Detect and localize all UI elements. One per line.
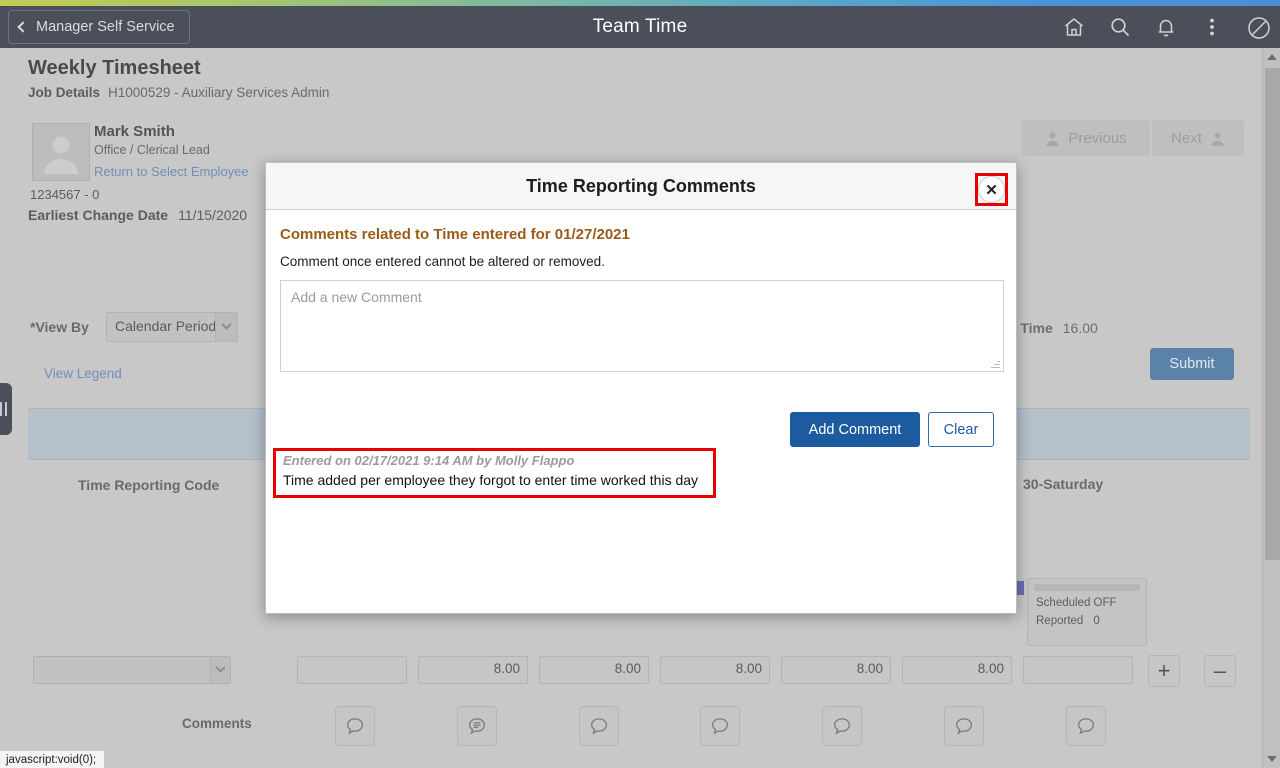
resize-grip-icon[interactable] [991,359,1000,368]
modal-header: Time Reporting Comments ✕ [266,163,1016,210]
earliest-change-date-row: Earliest Change Date 11/15/2020 [28,207,247,223]
add-row-button[interactable]: + [1148,655,1180,687]
view-by-label: *View By [30,319,89,335]
hours-value: 8.00 [856,661,883,676]
existing-comment-highlight: Entered on 02/17/2021 9:14 AM by Molly F… [273,448,716,498]
earliest-change-date-label: Earliest Change Date [28,207,169,223]
hours-value: 8.00 [493,661,520,676]
reported-time-value: 16.00 [1062,320,1098,336]
existing-comment-meta: Entered on 02/17/2021 9:14 AM by Molly F… [283,453,575,468]
day-column-header-saturday: 30-Saturday [1023,476,1104,492]
hours-input-day5[interactable]: 8.00 [781,656,891,684]
scrollbar-thumb[interactable] [1265,68,1280,560]
reported-cell-value: 0 [1093,615,1100,627]
back-button-label: Manager Self Service [36,19,175,35]
reported-row: Reported 0 [1036,615,1100,627]
hours-value: 8.00 [614,661,641,676]
hours-input-day3[interactable]: 8.00 [539,656,649,684]
home-icon[interactable] [1062,15,1086,39]
hours-input-day2[interactable]: 8.00 [418,656,528,684]
scroll-up-arrow-icon[interactable] [1263,48,1280,66]
app-header: Manager Self Service Team Time [0,6,1280,48]
comments-note: Comment once entered cannot be altered o… [280,254,605,269]
panel-collapse-handle[interactable] [0,383,12,435]
comment-button-day5[interactable] [822,706,862,746]
comment-button-day3[interactable] [579,706,619,746]
modal-title: Time Reporting Comments [526,175,756,196]
time-reporting-code-column-header: Time Reporting Code [78,477,220,493]
page-title: Weekly Timesheet [28,57,201,79]
day-marker-indicator [1016,581,1024,595]
clear-button[interactable]: Clear [928,412,994,447]
browser-status-bar: javascript:void(0); [0,750,106,768]
hours-value: 8.00 [977,661,1004,676]
view-legend-link[interactable]: View Legend [44,366,122,381]
app-root: Manager Self Service Team Time Weekly Ti… [0,0,1280,768]
employee-id: 1234567 - 0 [30,187,100,202]
next-employee-button[interactable]: Next [1152,120,1244,156]
next-button-label: Next [1171,129,1202,147]
time-reporting-code-select[interactable] [33,656,231,684]
chevron-left-icon [17,21,29,33]
add-comment-button[interactable]: Add Comment [790,412,920,447]
hours-input-day1[interactable] [297,656,407,684]
return-to-select-employee-link[interactable]: Return to Select Employee [94,164,249,179]
comment-button-day4[interactable] [700,706,740,746]
comment-button-day2-has-comments[interactable] [457,706,497,746]
comments-heading: Comments related to Time entered for 01/… [280,226,630,243]
actions-kebab-icon[interactable] [1200,15,1224,39]
comment-button-day7[interactable] [1066,706,1106,746]
employee-role: Office / Clerical Lead [94,143,210,157]
chevron-down-icon [215,313,237,341]
comment-button-day6[interactable] [944,706,984,746]
back-to-manager-self-service-button[interactable]: Manager Self Service [8,10,190,44]
close-button-highlight: ✕ [975,173,1008,206]
time-reporting-comments-modal: Time Reporting Comments ✕ Comments relat… [265,162,1017,614]
scroll-down-arrow-icon[interactable] [1263,750,1280,768]
view-by-selected-value: Calendar Period [115,318,217,334]
chevron-down-icon [210,657,230,683]
existing-comment-text: Time added per employee they forgot to e… [283,472,699,488]
navbar-compass-icon[interactable] [1246,15,1270,39]
scheduled-status-label: Scheduled OFF [1036,597,1117,609]
scheduled-off-cell: Scheduled OFF Reported 0 [1027,578,1147,646]
new-comment-textarea[interactable]: Add a new Comment [280,280,1004,372]
new-comment-placeholder: Add a new Comment [291,289,422,305]
hours-input-day6[interactable]: 8.00 [902,656,1012,684]
job-details-label: Job Details [28,85,101,100]
comment-button-day1[interactable] [335,706,375,746]
vertical-scrollbar[interactable] [1262,48,1280,768]
reported-label: Reported [1036,615,1084,627]
earliest-change-date-value: 11/15/2020 [178,207,248,223]
hours-input-day4[interactable]: 8.00 [660,656,770,684]
view-by-select[interactable]: Calendar Period [106,312,238,342]
previous-button-label: Previous [1068,129,1127,147]
hours-input-day7[interactable] [1023,656,1133,684]
pause-bars-icon [0,402,7,416]
employee-name: Mark Smith [94,123,175,140]
avatar [32,123,90,181]
search-icon[interactable] [1108,15,1132,39]
hours-value: 8.00 [735,661,762,676]
comments-row-label: Comments [182,716,252,731]
job-details-value: H1000529 - Auxiliary Services Admin [108,85,330,100]
close-icon[interactable]: ✕ [978,176,1005,203]
cell-stripe [1034,584,1140,591]
header-icon-group [1062,6,1270,48]
delete-row-button[interactable]: – [1204,655,1236,687]
submit-button[interactable]: Submit [1150,348,1234,380]
notification-bell-icon[interactable] [1154,15,1178,39]
previous-employee-button[interactable]: Previous [1022,120,1150,156]
job-details-row: Job Details H1000529 - Auxiliary Services… [28,85,329,100]
